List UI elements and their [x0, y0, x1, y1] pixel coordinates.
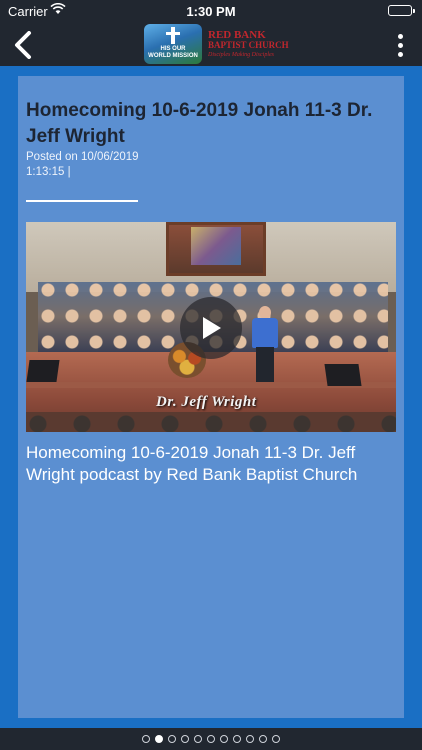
- stained-glass-window: [166, 222, 266, 276]
- page-dot[interactable]: [194, 735, 202, 743]
- cross-icon: [171, 27, 175, 44]
- post-duration: 1:13:15 |: [26, 166, 71, 178]
- logo-name-line2: BAPTIST CHURCH: [208, 40, 289, 50]
- post-card: Homecoming 10-6-2019 Jonah 11-3 Dr. Jeff…: [18, 76, 404, 718]
- page-dot[interactable]: [220, 735, 228, 743]
- page-dot[interactable]: [233, 735, 241, 743]
- page-dot[interactable]: [259, 735, 267, 743]
- post-description: Homecoming 10-6-2019 Jonah 11-3 Dr. Jeff…: [26, 443, 358, 484]
- page-dot[interactable]: [207, 735, 215, 743]
- play-button[interactable]: [180, 297, 242, 359]
- page-dot[interactable]: [142, 735, 150, 743]
- posted-date: Posted on 10/06/2019: [26, 151, 139, 163]
- page-dot[interactable]: [272, 735, 280, 743]
- play-icon: [203, 317, 221, 339]
- video-caption: Dr. Jeff Wright: [156, 394, 257, 410]
- chevron-left-icon: [15, 31, 31, 59]
- logo-globe-text: HIS OUR WORLD MISSION: [148, 46, 198, 59]
- nav-bar: HIS OUR WORLD MISSION RED BANK BAPTIST C…: [0, 22, 422, 66]
- back-button[interactable]: [8, 30, 38, 60]
- post-title: Homecoming 10-6-2019 Jonah 11-3 Dr. Jeff…: [26, 100, 373, 147]
- logo-tagline: Disciples Making Disciples: [208, 52, 274, 58]
- video-speaker: [250, 306, 280, 382]
- page-indicator[interactable]: [0, 728, 422, 750]
- page-dot[interactable]: [168, 735, 176, 743]
- status-bar: Carrier 1:30 PM: [0, 0, 422, 22]
- menu-button[interactable]: [392, 30, 408, 60]
- page-dot[interactable]: [155, 735, 163, 743]
- church-logo: HIS OUR WORLD MISSION RED BANK BAPTIST C…: [144, 24, 289, 64]
- title-divider: [26, 200, 138, 202]
- video-player[interactable]: Dr. Jeff Wright: [26, 222, 396, 432]
- battery-icon: [388, 5, 415, 16]
- clock: 1:30 PM: [186, 4, 236, 19]
- page-dot[interactable]: [246, 735, 254, 743]
- vertical-dots-icon: [397, 33, 403, 39]
- page-dot[interactable]: [181, 735, 189, 743]
